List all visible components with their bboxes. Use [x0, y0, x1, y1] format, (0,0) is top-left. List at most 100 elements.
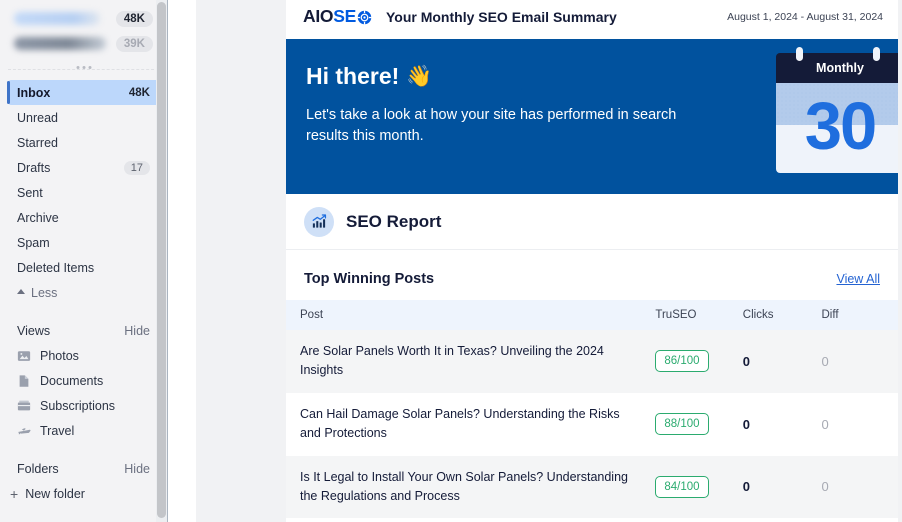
sidebar-item-sent[interactable]: Sent [8, 180, 159, 205]
table-header: Post TruSEO Clicks Diff [286, 300, 898, 330]
redacted-account-row[interactable]: 48K [10, 6, 157, 31]
email-header: AIO SE Your Monthly SEO Email Summary Au… [286, 0, 898, 33]
reading-pane: AIO SE Your Monthly SEO Email Summary Au… [196, 0, 902, 522]
seo-report-section: SEO Report Top Winning Posts View All Po… [286, 194, 898, 519]
reading-pane-gutter [167, 0, 196, 522]
sidebar-item-subscriptions[interactable]: Subscriptions [0, 393, 167, 418]
hero-text-block: Hi there! 👋 Let's take a look at how you… [286, 39, 898, 147]
sidebar-item-deleted-items[interactable]: Deleted Items [8, 255, 159, 280]
hero-greeting-text: Hi there! [306, 63, 400, 89]
cell-post-title: Can Hail Damage Solar Panels? Understand… [300, 406, 620, 441]
table-body: Are Solar Panels Worth It in Texas? Unve… [286, 330, 898, 519]
redacted-account-name [14, 12, 100, 25]
sidebar-nav: Inbox 48K Unread Starred Drafts 17 Sent … [0, 80, 167, 280]
sidebar-item-label: Archive [17, 210, 59, 225]
email-body-card: AIO SE Your Monthly SEO Email Summary Au… [286, 0, 898, 522]
subscriptions-icon [17, 399, 31, 413]
sidebar-item-count: 48K [128, 86, 150, 99]
clicks-value: 0 [742, 416, 751, 432]
hero-banner: Hi there! 👋 Let's take a look at how you… [286, 39, 898, 194]
sidebar-item-drafts[interactable]: Drafts 17 [8, 155, 159, 180]
sidebar-item-label: Deleted Items [17, 260, 95, 275]
column-header-clicks: Clicks [742, 300, 822, 330]
sidebar-section-views: Views Hide [0, 318, 167, 343]
truseo-score-badge: 88/100 [655, 413, 709, 436]
truseo-score-badge: 86/100 [655, 350, 709, 373]
sidebar-item-label: Travel [40, 423, 75, 438]
sidebar-item-label: Unread [17, 110, 58, 125]
email-title: Your Monthly SEO Email Summary [385, 8, 617, 25]
cell-diff: 0 [821, 330, 898, 393]
sidebar-scrollbar-thumb[interactable] [157, 2, 166, 518]
sidebar-item-label: Spam [17, 235, 50, 250]
chart-growth-icon [304, 206, 334, 237]
sidebar-item-starred[interactable]: Starred [8, 130, 159, 155]
diff-value: 0 [821, 353, 829, 369]
redacted-account-name [14, 37, 106, 50]
sidebar-item-label: Starred [17, 135, 58, 150]
sidebar-item-label: Photos [40, 348, 79, 363]
new-folder-button[interactable]: + New folder [0, 481, 167, 506]
top-winning-posts-title: Top Winning Posts [304, 271, 435, 287]
document-icon [17, 374, 31, 388]
views-hide-toggle[interactable]: Hide [124, 324, 150, 338]
redacted-account-row[interactable]: 39K [10, 31, 157, 56]
divider-line [8, 69, 159, 70]
column-header-truseo: TruSEO [655, 300, 743, 330]
diff-value: 0 [821, 479, 829, 495]
sidebar-resize-handle[interactable] [8, 64, 159, 74]
seo-report-header: SEO Report [286, 194, 898, 250]
logo-text-aio: AIO [303, 6, 334, 26]
cell-truseo: 88/100 [655, 393, 742, 456]
cell-diff: 0 [821, 455, 898, 519]
sidebar-section-folders: Folders Hide [0, 456, 167, 481]
travel-plane-icon [17, 424, 31, 438]
truseo-score-badge: 84/100 [655, 475, 709, 498]
drag-dots-icon [72, 66, 95, 69]
redacted-account-count: 39K [115, 35, 153, 52]
sidebar-item-documents[interactable]: Documents [0, 368, 167, 393]
sidebar-item-inbox[interactable]: Inbox 48K [7, 80, 159, 105]
sidebar-less-label: Less [31, 285, 58, 300]
cell-truseo: 84/100 [655, 455, 743, 519]
table-row[interactable]: Are Solar Panels Worth It in Texas? Unve… [286, 330, 898, 393]
cell-clicks: 0 [743, 393, 822, 456]
redacted-account-count: 48K [115, 10, 153, 27]
table-row[interactable]: Is It Legal to Install Your Own Solar Pa… [286, 455, 898, 519]
sidebar-item-label: Subscriptions [40, 398, 116, 413]
cell-post-title: Is It Legal to Install Your Own Solar Pa… [286, 455, 656, 519]
mail-client-window: 48K 39K Inbox 48K Unread Starred Drafts … [0, 0, 902, 522]
column-header-diff: Diff [821, 300, 898, 330]
sidebar-item-unread[interactable]: Unread [8, 105, 159, 130]
top-winning-posts-header: Top Winning Posts View All [286, 250, 898, 300]
sidebar: 48K 39K Inbox 48K Unread Starred Drafts … [0, 0, 167, 522]
cell-clicks: 0 [742, 330, 822, 393]
sidebar-item-archive[interactable]: Archive [8, 205, 159, 230]
chevron-up-icon [17, 289, 25, 294]
sidebar-less-toggle[interactable]: Less [8, 280, 159, 305]
diff-value: 0 [821, 416, 829, 432]
column-header-post: Post [286, 300, 656, 330]
logo-text-se: SE [333, 6, 356, 26]
sidebar-item-travel[interactable]: Travel [0, 418, 167, 443]
plus-icon: + [10, 485, 19, 502]
clicks-value: 0 [742, 479, 751, 495]
cell-truseo: 86/100 [655, 330, 743, 393]
table-row[interactable]: Can Hail Damage Solar Panels? Understand… [286, 393, 898, 456]
sidebar-item-photos[interactable]: Photos [0, 343, 167, 368]
sidebar-scrollbar[interactable] [156, 0, 167, 522]
sidebar-item-spam[interactable]: Spam [8, 230, 159, 255]
waving-hand-icon: 👋 [406, 65, 433, 88]
sidebar-item-label: Drafts [17, 160, 51, 175]
cell-diff: 0 [821, 393, 898, 456]
top-winning-posts-table: Post TruSEO Clicks Diff Are Solar Panels… [286, 300, 898, 519]
sidebar-item-count: 17 [123, 160, 150, 175]
aioseo-logo: AIO SE [303, 6, 372, 27]
folders-hide-toggle[interactable]: Hide [124, 462, 150, 476]
seo-report-title: SEO Report [346, 211, 442, 231]
sidebar-item-label: Sent [17, 185, 43, 200]
view-all-link[interactable]: View All [836, 272, 880, 286]
sidebar-item-label: Documents [40, 373, 104, 388]
email-date-range: August 1, 2024 - August 31, 2024 [727, 10, 883, 23]
new-folder-label: New folder [25, 486, 85, 501]
